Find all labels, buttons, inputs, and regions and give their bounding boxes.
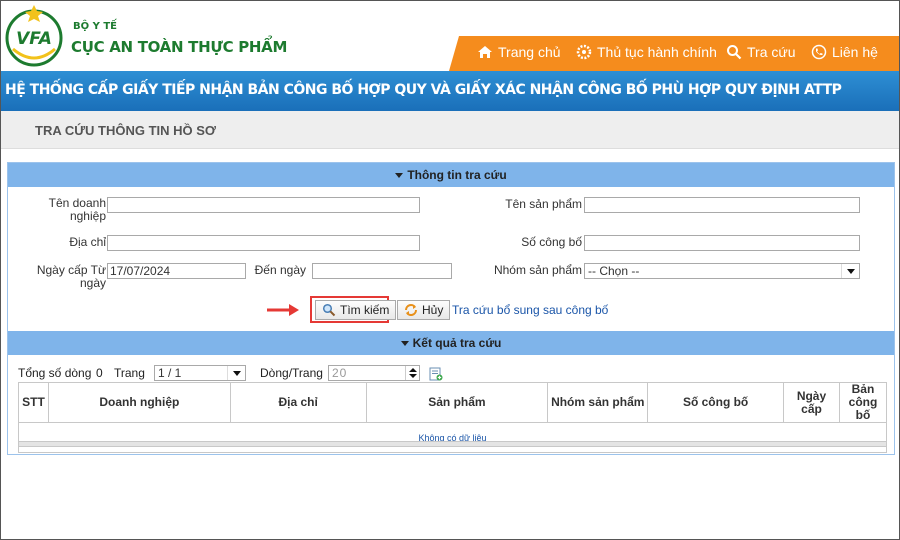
results-section-title: Kết quả tra cứu [412, 336, 502, 350]
vfa-logo: VFA [5, 5, 63, 67]
browser-frame: VFA BỘ Y TẾ CỤC AN TOÀN THỰC PHẨM Trang … [0, 0, 900, 540]
home-icon [478, 46, 492, 58]
company-name-label: Tên doanh nghiệp [48, 196, 106, 223]
nav-lookup-label: Tra cứu [747, 44, 796, 60]
collapse-triangle-icon [400, 341, 409, 347]
issue-date-from-input[interactable] [107, 263, 246, 279]
col-address[interactable]: Địa chỉ [229, 382, 367, 423]
page-title: TRA CỨU THÔNG TIN HỒ SƠ [35, 123, 216, 138]
nav-lookup[interactable]: Tra cứu [726, 44, 796, 60]
org-name: CỤC AN TOÀN THỰC PHẨM [71, 38, 288, 56]
per-page-label: Dòng/Trang [260, 366, 323, 380]
org-parent-name: BỘ Y TẾ [73, 21, 117, 32]
col-announcement-number[interactable]: Số công bố [647, 382, 785, 423]
col-issue-date[interactable]: Ngày cấp [783, 382, 840, 423]
results-header-row: STT Doanh nghiệp Địa chỉ Sản phẩm Nhóm s… [18, 382, 888, 423]
search-button[interactable]: Tìm kiếm [315, 300, 397, 320]
empty-row: Không có dữ liệu [18, 422, 887, 453]
magnifier-icon [322, 303, 336, 317]
search-icon [727, 45, 742, 60]
col-product[interactable]: Sản phẩm [365, 382, 549, 423]
address-input[interactable] [107, 235, 420, 251]
search-section-header[interactable]: Thông tin tra cứu [8, 163, 894, 187]
per-page-spinner[interactable]: 20 [328, 365, 420, 381]
page-title-bar: TRA CỨU THÔNG TIN HỒ SƠ [1, 111, 899, 149]
nav-procedures-label: Thủ tục hành chính [597, 44, 717, 60]
cancel-button[interactable]: Hủy [397, 300, 451, 320]
main-nav: Trang chủ Thủ tục hành chính Tra cứu Liê… [449, 36, 899, 71]
results-section-header[interactable]: Kết quả tra cứu [8, 331, 894, 355]
table-scrollbar[interactable] [18, 441, 887, 447]
empty-message: Không có dữ liệu [18, 422, 887, 453]
system-title: HỆ THỐNG CẤP GIẤY TIẾP NHẬN BẢN CÔNG BỐ … [5, 82, 842, 98]
col-company[interactable]: Doanh nghiệp [47, 382, 231, 423]
product-group-label: Nhóm sản phẩm [493, 263, 582, 277]
nav-home[interactable]: Trang chủ [477, 44, 561, 60]
col-announcement-doc[interactable]: Bản công bố [838, 382, 888, 423]
search-panel: Thông tin tra cứu Tên doanh nghiệp Tên sả… [7, 162, 895, 455]
issue-date-to-input[interactable] [312, 263, 452, 279]
chevron-down-icon [227, 366, 245, 380]
nav-home-label: Trang chủ [498, 44, 561, 60]
nav-contact[interactable]: Liên hệ [811, 44, 878, 60]
nav-contact-label: Liên hệ [832, 44, 878, 60]
system-title-banner: HỆ THỐNG CẤP GIẤY TIẾP NHẬN BẢN CÔNG BỐ … [1, 71, 899, 111]
address-label: Địa chỉ [69, 235, 106, 249]
total-rows-value: 0 [96, 366, 103, 380]
phone-icon [811, 44, 827, 60]
issue-date-to-label: Đến ngày [254, 263, 306, 277]
issue-date-from-label: Ngày cấp Từ ngày [36, 263, 106, 290]
supplement-lookup-link[interactable]: Tra cứu bổ sung sau công bố [452, 303, 608, 317]
site-header: VFA BỘ Y TẾ CỤC AN TOÀN THỰC PHẨM Trang … [1, 1, 899, 71]
gears-icon [576, 44, 592, 60]
product-name-input[interactable] [584, 197, 860, 213]
nav-procedures[interactable]: Thủ tục hành chính [576, 44, 717, 60]
col-stt[interactable]: STT [18, 382, 49, 423]
company-name-input[interactable] [107, 197, 420, 213]
product-group-select[interactable]: -- Chọn -- [584, 263, 860, 279]
cancel-button-label: Hủy [422, 303, 444, 317]
announcement-number-label: Số công bố [521, 235, 582, 249]
search-button-label: Tìm kiếm [340, 303, 390, 317]
export-icon[interactable] [429, 367, 443, 381]
chevron-down-icon [841, 264, 859, 278]
product-name-label: Tên sản phẩm [505, 197, 582, 211]
spinner-arrows-icon[interactable] [405, 366, 419, 380]
red-arrow-icon [267, 304, 299, 316]
col-product-group[interactable]: Nhóm sản phẩm [547, 382, 649, 423]
page-select[interactable]: 1 / 1 [154, 365, 246, 381]
product-group-selected: -- Chọn -- [588, 264, 640, 278]
search-section-title: Thông tin tra cứu [407, 168, 507, 182]
reset-icon [405, 304, 417, 316]
per-page-value: 20 [332, 366, 348, 380]
svg-text:VFA: VFA [16, 29, 52, 49]
page-label: Trang [114, 366, 145, 380]
collapse-triangle-icon [395, 173, 404, 179]
announcement-number-input[interactable] [584, 235, 860, 251]
page-selected: 1 / 1 [158, 366, 182, 380]
total-rows-label: Tổng số dòng [18, 366, 92, 380]
